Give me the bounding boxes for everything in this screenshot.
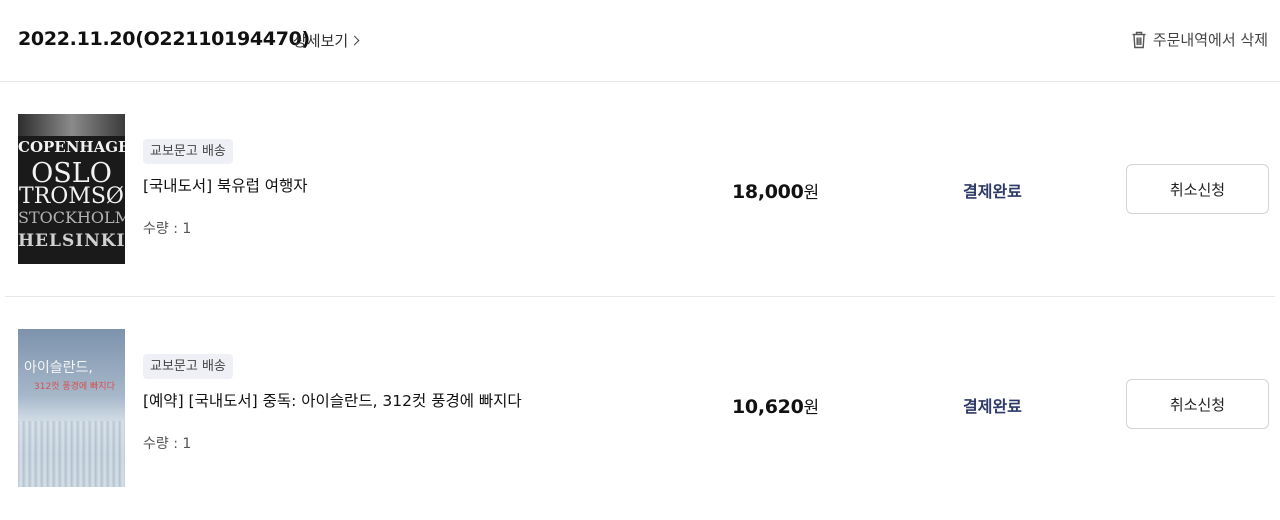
product-price: 18,000원 (732, 178, 819, 203)
price-number: 10,620 (732, 396, 804, 418)
cover-text: 아이슬란드, (24, 360, 93, 376)
book-cover-image[interactable]: 아이슬란드, 312컷 풍경에 빠지다 (18, 329, 125, 487)
price-number: 18,000 (732, 181, 804, 203)
order-detail-label: 상세보기 (293, 32, 349, 50)
order-item: COPENHAGEN OSLO TROMSØ STOCKHOLM HELSINK… (5, 83, 1275, 297)
cover-text: STOCKHOLM (18, 208, 125, 227)
trash-icon (1132, 31, 1146, 48)
cancel-request-button[interactable]: 취소신청 (1126, 164, 1269, 214)
product-title[interactable]: [예약] [국내도서] 중독: 아이슬란드, 312컷 풍경에 빠지다 (143, 389, 522, 411)
chevron-right-icon (349, 35, 360, 46)
book-cover-image[interactable]: COPENHAGEN OSLO TROMSØ STOCKHOLM HELSINK… (18, 114, 125, 264)
order-item: 아이슬란드, 312컷 풍경에 빠지다 교보문고 배송 [예약] [국내도서] … (5, 298, 1275, 512)
product-quantity: 수량 : 1 (143, 436, 192, 452)
product-price: 10,620원 (732, 393, 819, 418)
cover-text: TROMSØ (19, 184, 124, 209)
cover-text: OSLO (31, 158, 112, 189)
delete-order-label: 주문내역에서 삭제 (1152, 31, 1268, 49)
price-unit: 원 (803, 398, 820, 418)
cover-text: 312컷 풍경에 빠지다 (34, 382, 115, 392)
order-date-number: 2022.11.20(O22110194470) (18, 28, 310, 50)
payment-status: 결제완료 (963, 397, 1022, 416)
order-detail-link[interactable]: 상세보기 (293, 30, 360, 51)
cover-text: COPENHAGEN (18, 138, 125, 156)
product-title[interactable]: [국내도서] 북유럽 여행자 (143, 174, 308, 196)
delete-order-button[interactable]: 주문내역에서 삭제 (1131, 29, 1268, 50)
payment-status: 결제완료 (963, 182, 1022, 201)
order-header: 2022.11.20(O22110194470) 상세보기 주문내역에서 삭제 (0, 0, 1280, 82)
product-quantity: 수량 : 1 (143, 221, 192, 237)
price-unit: 원 (803, 183, 820, 203)
delivery-badge: 교보문고 배송 (143, 354, 233, 379)
cancel-request-button[interactable]: 취소신청 (1126, 379, 1269, 429)
cover-text: HELSINKI (18, 231, 125, 251)
delivery-badge: 교보문고 배송 (143, 139, 233, 164)
